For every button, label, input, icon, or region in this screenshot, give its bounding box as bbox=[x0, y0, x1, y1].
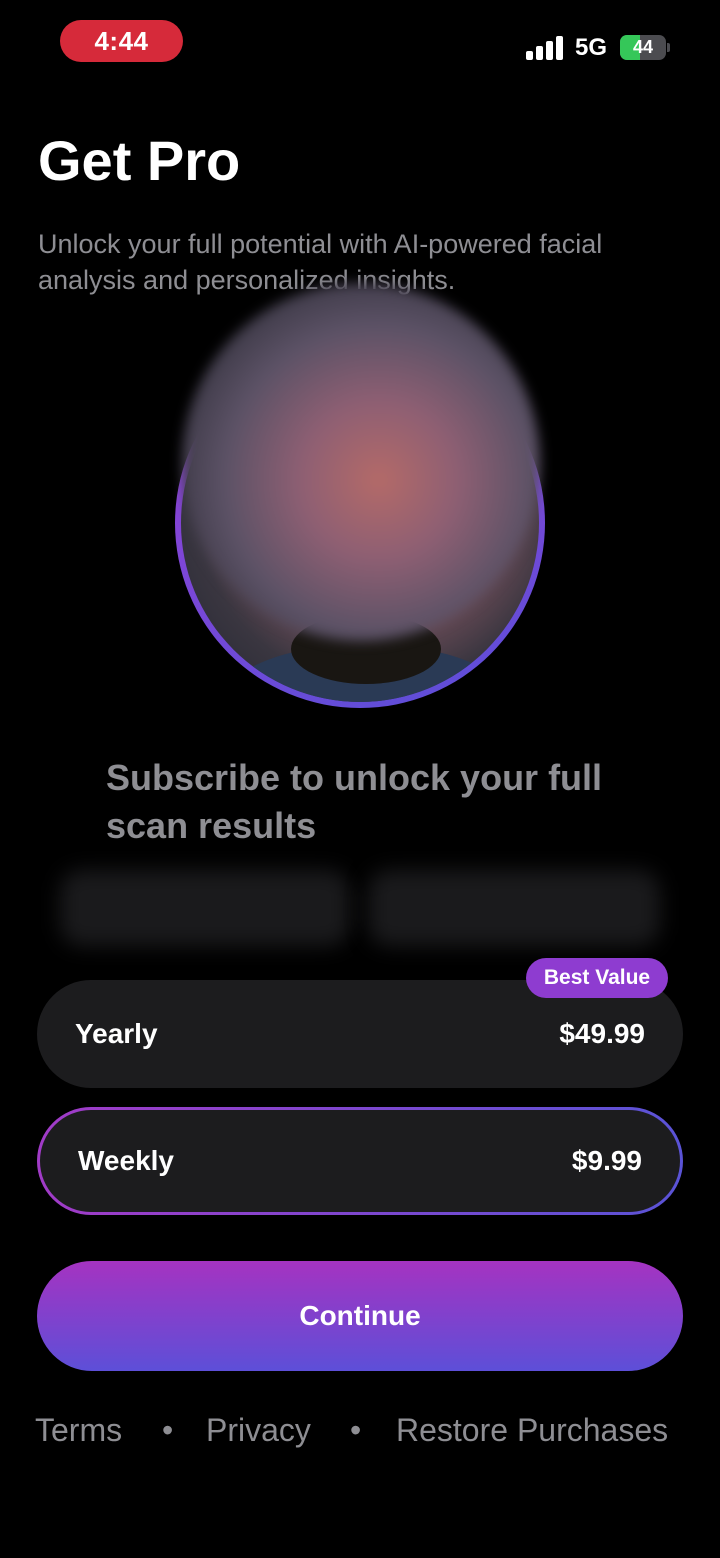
cellular-signal-icon bbox=[526, 36, 564, 60]
page-title: Get Pro bbox=[38, 129, 241, 192]
battery-icon: 44 bbox=[620, 35, 666, 60]
restore-purchases-link[interactable]: Restore Purchases bbox=[396, 1412, 668, 1449]
plan-price: $9.99 bbox=[571, 1145, 642, 1176]
continue-button[interactable]: Continue bbox=[37, 1261, 683, 1371]
blurred-result-card bbox=[368, 870, 660, 946]
status-bar: 4:44 5G 44 bbox=[0, 0, 720, 90]
plan-name: Weekly bbox=[78, 1145, 174, 1176]
best-value-badge: Best Value bbox=[526, 958, 668, 998]
plan-name: Yearly bbox=[75, 1018, 158, 1049]
status-time[interactable]: 4:44 bbox=[60, 20, 183, 62]
plan-option-weekly[interactable]: Weekly $9.99 bbox=[37, 1107, 683, 1215]
blurred-result-card bbox=[60, 870, 350, 946]
footer-separator: • bbox=[162, 1412, 174, 1448]
battery-percent: 44 bbox=[632, 37, 654, 57]
terms-link[interactable]: Terms bbox=[35, 1412, 122, 1449]
footer-links: Terms • Privacy • Restore Purchases bbox=[0, 1412, 720, 1462]
face-blur-overlay bbox=[182, 283, 540, 641]
plan-price: $49.99 bbox=[559, 1018, 645, 1049]
footer-separator: • bbox=[350, 1412, 362, 1448]
blurred-results-preview bbox=[0, 860, 720, 952]
battery-cap bbox=[667, 43, 670, 52]
subscribe-heading: Subscribe to unlock your full scan resul… bbox=[106, 757, 603, 846]
network-type: 5G bbox=[575, 34, 608, 61]
privacy-link[interactable]: Privacy bbox=[206, 1412, 311, 1449]
